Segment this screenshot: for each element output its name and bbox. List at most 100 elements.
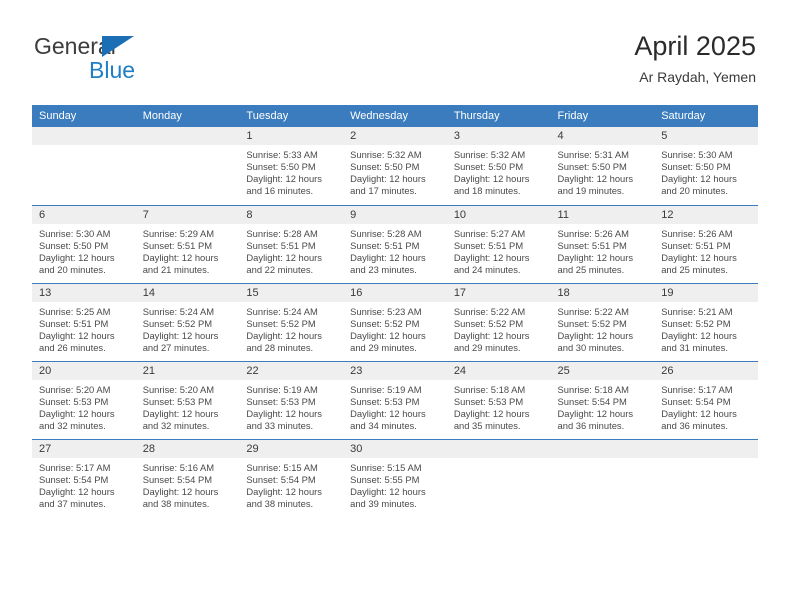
daylight-text-line2: and 23 minutes. [350, 263, 417, 275]
sunrise-text: Sunrise: 5:23 AM [350, 305, 422, 317]
sunrise-text: Sunrise: 5:33 AM [246, 149, 318, 160]
calendar-day-cell[interactable]: 10 Sunrise: 5:27 AM Sunset: 5:51 PM Dayligh… [446, 204, 551, 283]
day-details: Sunrise: 5:19 AM Sunset: 5:53 PM Daylight:… [239, 380, 343, 432]
sunrise-text: Sunrise: 5:28 AM [350, 227, 422, 239]
calendar-day-cell[interactable]: 18 Sunrise: 5:22 AM Sunset: 5:52 PM Dayligh… [550, 282, 655, 361]
calendar-day-cell[interactable]: 12 Sunrise: 5:26 AM Sunset: 5:51 PM Dayligh… [654, 204, 758, 283]
day-number: 21 [135, 361, 240, 380]
day-details: Sunrise: 5:24 AM Sunset: 5:52 PM Daylight:… [136, 302, 240, 354]
weekday-header-wednesday: Wednesday [343, 105, 447, 127]
calendar-day-cell[interactable]: 28 Sunrise: 5:16 AM Sunset: 5:54 PM Dayligh… [135, 438, 240, 517]
calendar-day-cell[interactable]: 21 Sunrise: 5:20 AM Sunset: 5:53 PM Dayligh… [135, 360, 240, 439]
sunrise-text: Sunrise: 5:25 AM [39, 305, 111, 317]
calendar-day-cell[interactable]: 30 Sunrise: 5:15 AM Sunset: 5:55 PM Dayligh… [343, 438, 447, 517]
sunrise-text: Sunrise: 5:24 AM [246, 305, 318, 317]
daylight-text-line2: and 39 minutes. [350, 497, 417, 509]
day-number: 22 [239, 361, 344, 380]
day-number [135, 127, 240, 145]
sunrise-text: Sunrise: 5:20 AM [39, 383, 111, 395]
calendar-day-cell[interactable]: 5 Sunrise: 5:30 AM Sunset: 5:50 PM Daylight… [654, 127, 758, 205]
calendar-day-cell[interactable]: 15 Sunrise: 5:24 AM Sunset: 5:52 PM Dayligh… [239, 282, 344, 361]
calendar-day-cell[interactable]: 20 Sunrise: 5:20 AM Sunset: 5:53 PM Dayligh… [32, 360, 136, 439]
daylight-text-line2: and 38 minutes. [142, 497, 210, 509]
day-details: Sunrise: 5:26 AM Sunset: 5:51 PM Daylight:… [654, 224, 758, 276]
calendar-day-cell[interactable]: 1 Sunrise: 5:33 AM Sunset: 5:50 PM Daylight… [239, 127, 344, 205]
daylight-text-line2: and 25 minutes. [557, 263, 625, 275]
daylight-text-line1: Daylight: 12 hours [246, 407, 322, 419]
calendar-day-cell[interactable]: 27 Sunrise: 5:17 AM Sunset: 5:54 PM Dayligh… [32, 438, 136, 517]
calendar-day-cell[interactable]: 7 Sunrise: 5:29 AM Sunset: 5:51 PM Daylight… [135, 204, 240, 283]
page-subtitle: Ar Raydah, Yemen [639, 69, 756, 85]
day-details: Sunrise: 5:28 AM Sunset: 5:51 PM Daylight:… [239, 224, 343, 276]
day-details: Sunrise: 5:28 AM Sunset: 5:51 PM Daylight:… [343, 224, 447, 276]
sunrise-text: Sunrise: 5:18 AM [453, 383, 526, 395]
calendar-day-cell[interactable]: 6 Sunrise: 5:30 AM Sunset: 5:50 PM Daylight… [32, 204, 136, 283]
daylight-text-line1: Daylight: 12 hours [350, 407, 426, 419]
calendar-page: General Blue April 2025 Ar Raydah, Yemen… [0, 0, 792, 612]
day-details [447, 458, 551, 472]
daylight-text-line2: and 36 minutes. [661, 419, 728, 431]
sunrise-text: Sunrise: 5:22 AM [453, 305, 526, 317]
day-details [32, 145, 136, 159]
day-number: 27 [32, 439, 136, 458]
daylight-text-line2: and 16 minutes. [246, 185, 314, 197]
generalblue-logo[interactable]: General Blue [34, 33, 214, 85]
calendar-day-cell[interactable]: 16 Sunrise: 5:23 AM Sunset: 5:52 PM Dayligh… [343, 282, 447, 361]
day-number: 29 [239, 439, 344, 458]
weekday-header-saturday: Saturday [654, 105, 758, 127]
day-details: Sunrise: 5:21 AM Sunset: 5:52 PM Daylight:… [654, 302, 758, 354]
calendar-day-cell-empty [550, 438, 655, 517]
day-details: Sunrise: 5:32 AM Sunset: 5:50 PM Daylight:… [343, 145, 447, 197]
calendar-day-cell[interactable]: 9 Sunrise: 5:28 AM Sunset: 5:51 PM Daylight… [343, 204, 447, 283]
calendar-day-cell[interactable]: 29 Sunrise: 5:15 AM Sunset: 5:54 PM Dayligh… [239, 438, 344, 517]
day-details: Sunrise: 5:22 AM Sunset: 5:52 PM Daylight:… [447, 302, 551, 354]
sunrise-text: Sunrise: 5:16 AM [142, 461, 215, 473]
daylight-text-line1: Daylight: 12 hours [350, 251, 426, 263]
sunset-text: Sunset: 5:54 PM [557, 395, 627, 407]
daylight-text-line2: and 20 minutes. [661, 185, 728, 197]
calendar-day-cell[interactable]: 23 Sunrise: 5:19 AM Sunset: 5:53 PM Dayligh… [343, 360, 447, 439]
calendar-day-cell[interactable]: 3 Sunrise: 5:32 AM Sunset: 5:50 PM Daylight… [446, 127, 551, 205]
calendar-day-cell[interactable]: 14 Sunrise: 5:24 AM Sunset: 5:52 PM Dayligh… [135, 282, 240, 361]
calendar-day-cell[interactable]: 24 Sunrise: 5:18 AM Sunset: 5:53 PM Dayligh… [446, 360, 551, 439]
calendar-day-cell[interactable]: 19 Sunrise: 5:21 AM Sunset: 5:52 PM Dayligh… [654, 282, 758, 361]
calendar-day-cell[interactable]: 26 Sunrise: 5:17 AM Sunset: 5:54 PM Dayligh… [654, 360, 758, 439]
calendar-day-cell-empty [32, 127, 136, 205]
daylight-text-line2: and 33 minutes. [246, 419, 314, 431]
calendar-day-cell[interactable]: 17 Sunrise: 5:22 AM Sunset: 5:52 PM Dayligh… [446, 282, 551, 361]
day-number: 2 [343, 127, 447, 145]
sunset-text: Sunset: 5:52 PM [453, 317, 524, 329]
daylight-text-line1: Daylight: 12 hours [453, 407, 530, 419]
calendar-day-cell[interactable]: 8 Sunrise: 5:28 AM Sunset: 5:51 PM Daylight… [239, 204, 344, 283]
sunset-text: Sunset: 5:54 PM [661, 395, 731, 407]
sunset-text: Sunset: 5:51 PM [453, 239, 524, 251]
sunset-text: Sunset: 5:53 PM [453, 395, 524, 407]
daylight-text-line2: and 28 minutes. [246, 341, 314, 353]
day-details: Sunrise: 5:18 AM Sunset: 5:53 PM Daylight:… [447, 380, 551, 432]
daylight-text-line2: and 29 minutes. [453, 341, 521, 353]
weekday-header-row: Sunday Monday Tuesday Wednesday Thursday… [32, 105, 758, 127]
calendar-day-cell[interactable]: 25 Sunrise: 5:18 AM Sunset: 5:54 PM Dayligh… [550, 360, 655, 439]
calendar-week-row: 20 Sunrise: 5:20 AM Sunset: 5:53 PM Dayligh… [32, 360, 758, 439]
daylight-text-line1: Daylight: 12 hours [350, 485, 426, 497]
day-number: 8 [239, 205, 344, 224]
day-number: 28 [135, 439, 240, 458]
daylight-text-line2: and 32 minutes. [142, 419, 210, 431]
day-number: 5 [654, 127, 758, 145]
calendar-day-cell[interactable]: 22 Sunrise: 5:19 AM Sunset: 5:53 PM Dayligh… [239, 360, 344, 439]
calendar-day-cell[interactable]: 2 Sunrise: 5:32 AM Sunset: 5:50 PM Daylight… [343, 127, 447, 205]
calendar-day-cell[interactable]: 13 Sunrise: 5:25 AM Sunset: 5:51 PM Dayligh… [32, 282, 136, 361]
calendar-day-cell[interactable]: 4 Sunrise: 5:31 AM Sunset: 5:50 PM Daylight… [550, 127, 655, 205]
day-number: 18 [550, 283, 655, 302]
calendar-body: 1 Sunrise: 5:33 AM Sunset: 5:50 PM Daylight… [32, 127, 758, 517]
sunset-text: Sunset: 5:50 PM [557, 161, 627, 173]
sunrise-text: Sunrise: 5:24 AM [142, 305, 215, 317]
calendar-day-cell[interactable]: 11 Sunrise: 5:26 AM Sunset: 5:51 PM Dayligh… [550, 204, 655, 283]
day-details: Sunrise: 5:25 AM Sunset: 5:51 PM Daylight:… [32, 302, 136, 354]
day-details: Sunrise: 5:27 AM Sunset: 5:51 PM Daylight:… [447, 224, 551, 276]
day-details: Sunrise: 5:24 AM Sunset: 5:52 PM Daylight:… [239, 302, 343, 354]
day-number: 1 [239, 127, 344, 145]
sunset-text: Sunset: 5:51 PM [557, 239, 627, 251]
daylight-text-line2: and 26 minutes. [39, 341, 106, 353]
sunset-text: Sunset: 5:50 PM [661, 161, 731, 173]
